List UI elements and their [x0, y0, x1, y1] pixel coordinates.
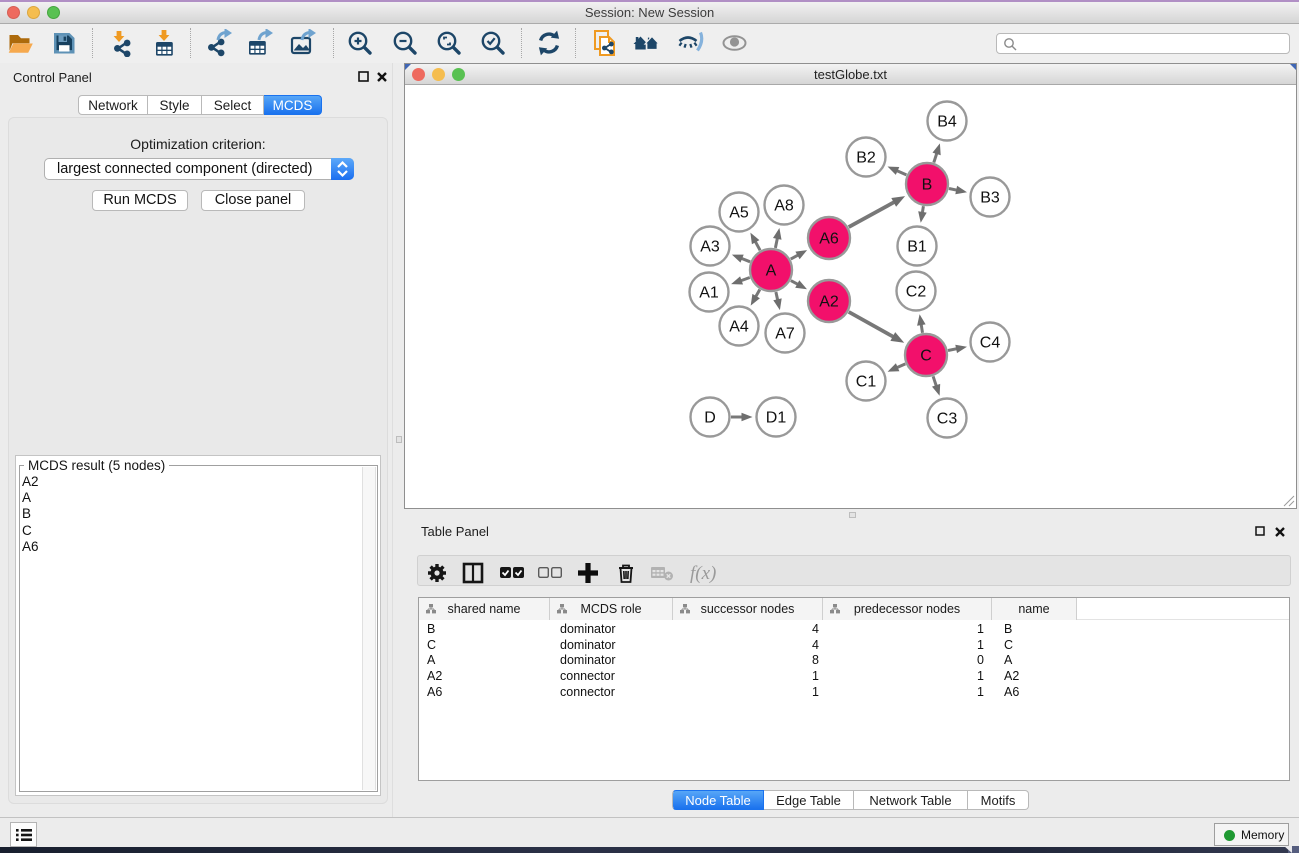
svg-text:A: A: [766, 263, 777, 280]
svg-text:A6: A6: [819, 231, 839, 248]
svg-text:B1: B1: [907, 239, 927, 256]
svg-text:C4: C4: [980, 335, 1001, 352]
svg-text:C3: C3: [937, 411, 958, 428]
svg-text:A7: A7: [775, 326, 795, 343]
svg-text:A3: A3: [700, 239, 720, 256]
svg-text:B3: B3: [980, 190, 1000, 207]
svg-text:B4: B4: [937, 114, 957, 131]
svg-text:D1: D1: [766, 410, 787, 427]
svg-text:C1: C1: [856, 374, 877, 391]
svg-text:B: B: [922, 177, 933, 194]
svg-text:A4: A4: [729, 319, 749, 336]
svg-text:A8: A8: [774, 198, 794, 215]
svg-text:A2: A2: [819, 294, 839, 311]
svg-text:A5: A5: [729, 205, 749, 222]
svg-text:A1: A1: [699, 285, 719, 302]
svg-text:B2: B2: [856, 150, 876, 167]
svg-text:C2: C2: [906, 284, 927, 301]
svg-text:D: D: [704, 410, 716, 427]
svg-text:C: C: [920, 348, 932, 365]
svg-text:f(x): f(x): [690, 563, 716, 584]
